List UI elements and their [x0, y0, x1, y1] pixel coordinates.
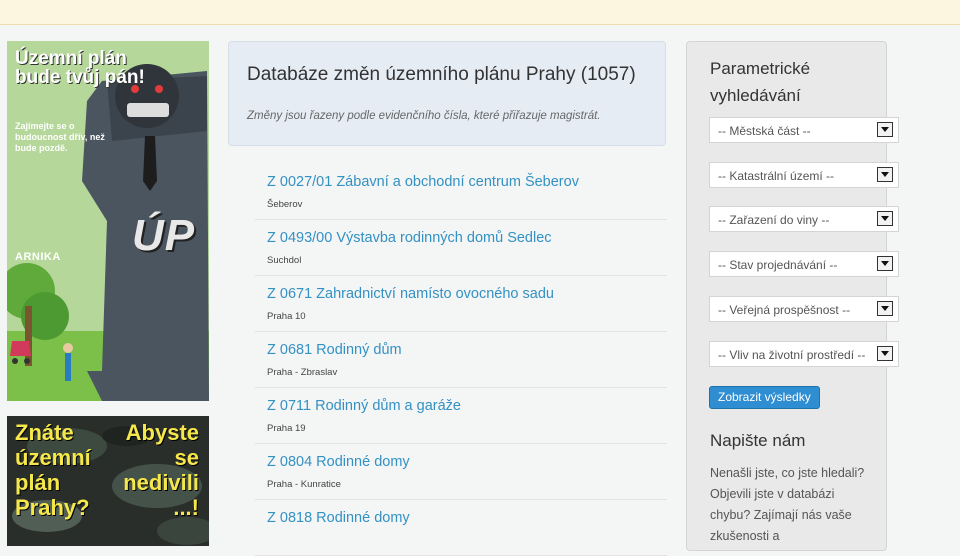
filter-mestska-cast-select[interactable]: -- Městská část -- — [709, 117, 899, 143]
record-location: Praha 10 — [267, 311, 306, 322]
record-list: Z 0027/01 Zábavní a obchodní centrum Šeb… — [255, 164, 667, 556]
record-location: Praha - Zbraslav — [267, 367, 338, 378]
notice-bar — [0, 0, 960, 25]
record-link[interactable]: Z 0027/01 Zábavní a obchodní centrum Šeb… — [267, 174, 579, 190]
sidebar-title: Parametrické vyhledávání — [710, 59, 811, 105]
filter-zarazeni-select[interactable]: -- Zařazení do viny -- — [709, 206, 899, 232]
chevron-down-icon[interactable] — [877, 301, 893, 316]
banner-badge: ÚP — [132, 211, 196, 260]
banner2-left-text: Znáte územní plán Prahy? — [15, 420, 91, 520]
record-link[interactable]: Z 0711 Rodinný dům a garáže — [267, 398, 461, 414]
banner2-right-text: Abyste se nedivili ...! — [123, 420, 199, 520]
banner-subline: Zajímejte se o budoucnost dřív, než bude… — [15, 121, 105, 153]
chevron-down-icon[interactable] — [877, 211, 893, 226]
page-subtitle: Změny jsou řazeny podle evidenčního čísl… — [247, 110, 601, 122]
list-item: Z 0818 Rodinné domy — [255, 500, 667, 556]
select-value: -- Městská část -- — [718, 124, 811, 138]
filter-verejna-prospesnost-select[interactable]: -- Veřejná prospěšnost -- — [709, 296, 899, 322]
campaign-banner-prahy[interactable]: Znáte územní plán Prahy? Abyste se nediv… — [7, 416, 209, 546]
select-value: -- Vliv na životní prostředí -- — [718, 348, 866, 362]
record-link[interactable]: Z 0818 Rodinné domy — [267, 510, 410, 526]
list-item: Z 0711 Rodinný dům a garáže Praha 19 — [255, 388, 667, 444]
record-location: Suchdol — [267, 255, 302, 266]
record-link[interactable]: Z 0804 Rodinné domy — [267, 454, 410, 470]
chevron-down-icon[interactable] — [877, 346, 893, 361]
filter-vliv-select[interactable]: -- Vliv na životní prostředí -- — [709, 341, 899, 367]
list-item: Z 0804 Rodinné domy Praha - Kunratice — [255, 444, 667, 500]
page-title: Databáze změn územního plánu Prahy (1057… — [247, 64, 636, 85]
chevron-down-icon[interactable] — [877, 122, 893, 137]
filter-katastralni-uzemi-select[interactable]: -- Katastrální území -- — [709, 162, 899, 188]
campaign-banner-uzemni-plan[interactable]: Územní plán bude tvůj pán! Zajímejte se … — [7, 41, 209, 401]
list-item: Z 0493/00 Výstavba rodinných domů Sedlec… — [255, 220, 667, 276]
select-value: -- Katastrální území -- — [718, 169, 835, 183]
record-link[interactable]: Z 0671 Zahradnictví namísto ovocného sad… — [267, 286, 554, 302]
contact-title: Napište nám — [710, 431, 806, 450]
chevron-down-icon[interactable] — [877, 256, 893, 271]
show-results-button[interactable]: Zobrazit výsledky — [709, 386, 820, 409]
select-value: -- Zařazení do viny -- — [718, 213, 830, 227]
list-item: Z 0027/01 Zábavní a obchodní centrum Šeb… — [255, 164, 667, 220]
select-value: -- Veřejná prospěšnost -- — [718, 303, 851, 317]
chevron-down-icon[interactable] — [877, 167, 893, 182]
arnika-logo: ARNIKA — [15, 251, 61, 263]
list-item: Z 0671 Zahradnictví namísto ovocného sad… — [255, 276, 667, 332]
list-item: Z 0681 Rodinný dům Praha - Zbraslav — [255, 332, 667, 388]
record-location: Šeberov — [267, 199, 303, 210]
record-link[interactable]: Z 0681 Rodinný dům — [267, 342, 402, 358]
search-sidebar: Parametrické vyhledávání -- Městská část… — [686, 41, 899, 551]
database-header: Databáze změn územního plánu Prahy (1057… — [228, 41, 666, 146]
record-link[interactable]: Z 0493/00 Výstavba rodinných domů Sedlec — [267, 230, 552, 246]
filter-stav-select[interactable]: -- Stav projednávání -- — [709, 251, 899, 277]
select-value: -- Stav projednávání -- — [718, 258, 838, 272]
banner-headline: Územní plán bude tvůj pán! — [15, 48, 145, 88]
record-location: Praha - Kunratice — [267, 479, 341, 490]
record-location: Praha 19 — [267, 423, 306, 434]
contact-text: Nenašli jste, co jste hledali? Objevili … — [710, 466, 865, 543]
